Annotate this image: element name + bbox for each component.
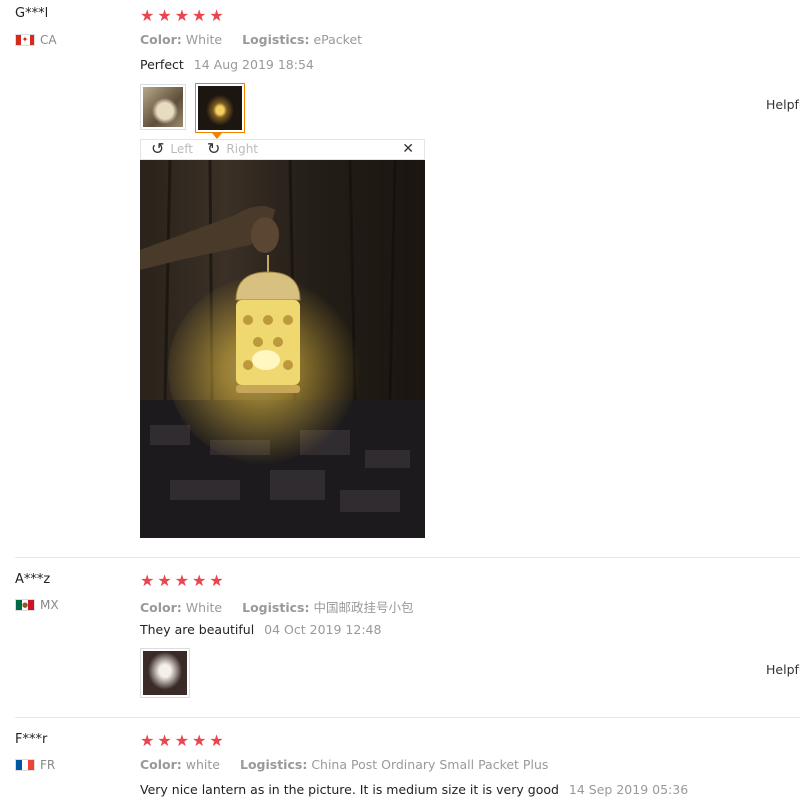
helpful-button[interactable]: Helpfu [766, 662, 800, 677]
country-code: CA [40, 33, 57, 47]
review-photo-thumbnail-selected[interactable] [195, 83, 245, 133]
logistics-value: ePacket [313, 32, 363, 47]
reviewer-name: F***r [15, 732, 48, 747]
lantern-photo [143, 651, 187, 695]
reviewer-country: ● MX [15, 598, 59, 612]
logistics-value: 中国邮政挂号小包 [313, 600, 414, 615]
rotate-right-button[interactable]: ↻ Right [207, 139, 259, 158]
star-rating: ★★★★★ [140, 731, 227, 750]
color-label: Color: [140, 32, 182, 47]
close-icon[interactable]: ✕ [402, 141, 414, 157]
canada-flag-icon: ✦ [15, 34, 35, 46]
logistics-label: Logistics: [242, 32, 310, 47]
color-value: white [185, 757, 220, 772]
review-photo-thumbnail[interactable] [140, 84, 186, 130]
reviewer-country: FR [15, 758, 55, 772]
star-rating: ★★★★★ [140, 571, 227, 590]
color-value: White [185, 600, 223, 615]
lantern-photo [198, 86, 242, 130]
color-value: White [185, 32, 223, 47]
review-divider [15, 717, 800, 718]
order-attributes: Color: White Logistics: ePacket [140, 32, 362, 47]
feedback-text: Very nice lantern as in the picture. It … [140, 782, 559, 797]
rotate-right-label: Right [226, 142, 259, 156]
review-date: 14 Sep 2019 05:36 [568, 782, 689, 797]
lantern-photo [140, 160, 425, 538]
feedback-text: Perfect [140, 57, 184, 72]
order-attributes: Color: white Logistics: China Post Ordin… [140, 757, 548, 772]
color-label: Color: [140, 600, 182, 615]
enlarged-review-photo [140, 160, 425, 538]
reviewer-country: ✦ CA [15, 33, 57, 47]
feedback-text: They are beautiful [140, 622, 255, 637]
lantern-photo [143, 87, 183, 127]
country-code: MX [40, 598, 59, 612]
image-viewer-toolbar: ↺ Left ↻ Right ✕ [140, 139, 425, 160]
review-date: 04 Oct 2019 12:48 [264, 622, 382, 637]
order-attributes: Color: White Logistics: 中国邮政挂号小包 [140, 597, 413, 616]
star-rating: ★★★★★ [140, 6, 227, 25]
rotate-left-label: Left [170, 142, 193, 156]
review-divider [15, 557, 800, 558]
logistics-value: China Post Ordinary Small Packet Plus [311, 757, 549, 772]
france-flag-icon [15, 759, 35, 771]
review-text: Very nice lantern as in the picture. It … [140, 782, 688, 797]
review-text: They are beautiful 04 Oct 2019 12:48 [140, 622, 381, 637]
logistics-label: Logistics: [242, 600, 310, 615]
review-date: 14 Aug 2019 18:54 [193, 57, 314, 72]
rotate-right-icon: ↻ [207, 139, 221, 158]
rotate-left-button[interactable]: ↺ Left [151, 139, 193, 158]
reviewer-name: G***l [15, 6, 49, 21]
logistics-label: Logistics: [239, 757, 308, 772]
review-text: Perfect 14 Aug 2019 18:54 [140, 57, 314, 72]
mexico-flag-icon: ● [15, 599, 35, 611]
reviewer-name: A***z [15, 572, 51, 587]
review-photo-thumbnail[interactable] [140, 648, 190, 698]
rotate-left-icon: ↺ [151, 139, 165, 158]
country-code: FR [40, 758, 56, 772]
color-label: Color: [140, 757, 182, 772]
helpful-button[interactable]: Helpfu [766, 97, 800, 112]
